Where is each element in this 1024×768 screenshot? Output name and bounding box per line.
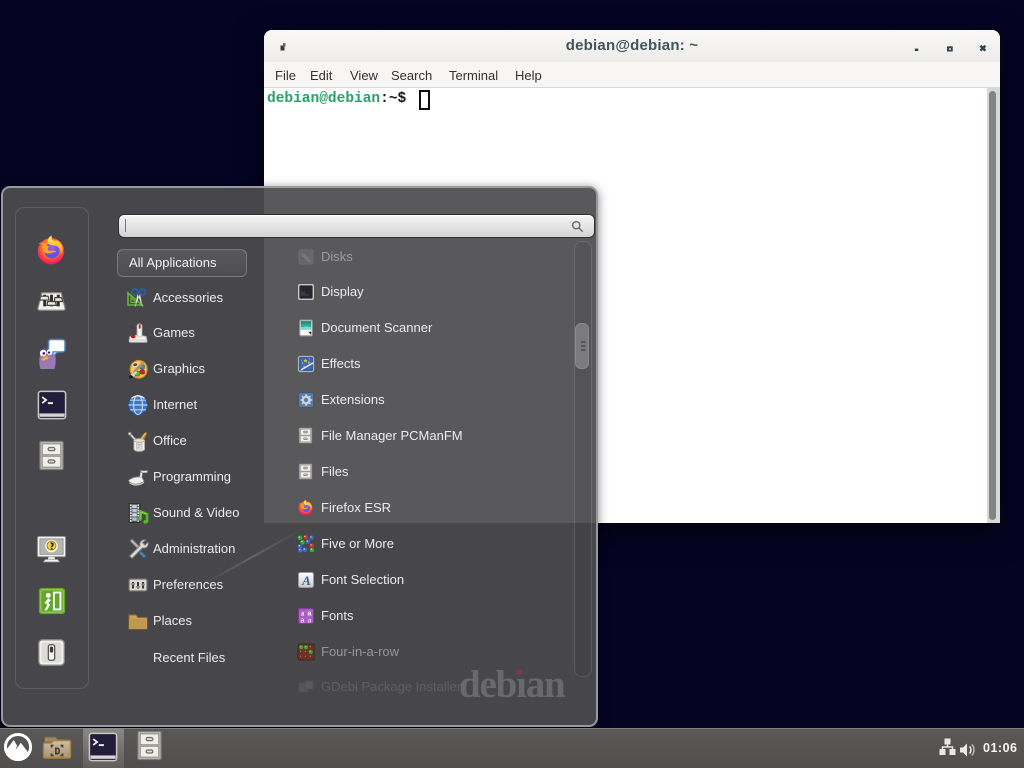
svg-text:a: a <box>301 610 305 618</box>
svg-text:a: a <box>308 616 312 624</box>
svg-text:A: A <box>301 573 311 588</box>
svg-text:a: a <box>301 617 305 624</box>
